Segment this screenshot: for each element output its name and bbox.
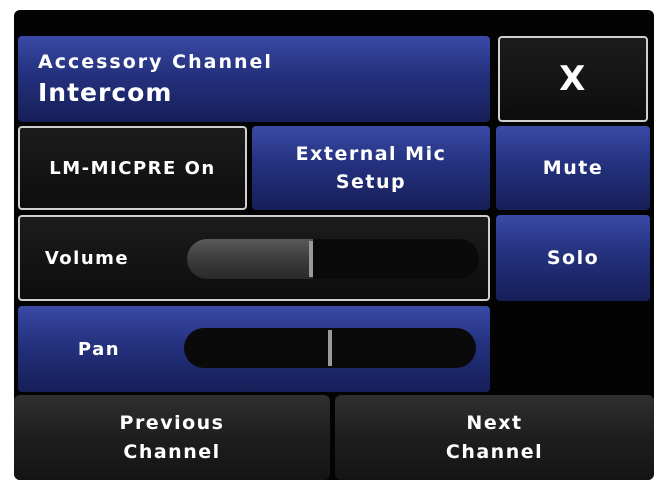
pan-control: Pan	[18, 306, 490, 392]
mute-button[interactable]: Mute	[496, 126, 650, 210]
next-channel-button[interactable]: Next Channel	[335, 395, 654, 480]
previous-channel-button[interactable]: Previous Channel	[14, 395, 330, 480]
volume-slider-fill	[187, 239, 313, 279]
volume-label: Volume	[44, 247, 130, 269]
volume-control: Volume	[18, 215, 490, 301]
channel-type-label: Accessory Channel	[38, 51, 273, 73]
volume-slider-handle[interactable]	[308, 241, 313, 277]
close-button[interactable]: X	[498, 36, 648, 122]
lm-micpre-toggle-button[interactable]: LM-MICPRE On	[18, 126, 247, 210]
channel-header: Accessory Channel Intercom	[18, 36, 490, 122]
channel-name: Intercom	[38, 78, 173, 107]
solo-button[interactable]: Solo	[496, 215, 650, 301]
pan-slider[interactable]	[184, 328, 476, 368]
external-mic-setup-button[interactable]: External Mic Setup	[252, 126, 490, 210]
mixer-screen: Accessory Channel Intercom X LM-MICPRE O…	[14, 10, 654, 480]
pan-slider-handle[interactable]	[328, 330, 332, 366]
volume-slider[interactable]	[187, 239, 479, 279]
pan-label: Pan	[77, 338, 121, 360]
